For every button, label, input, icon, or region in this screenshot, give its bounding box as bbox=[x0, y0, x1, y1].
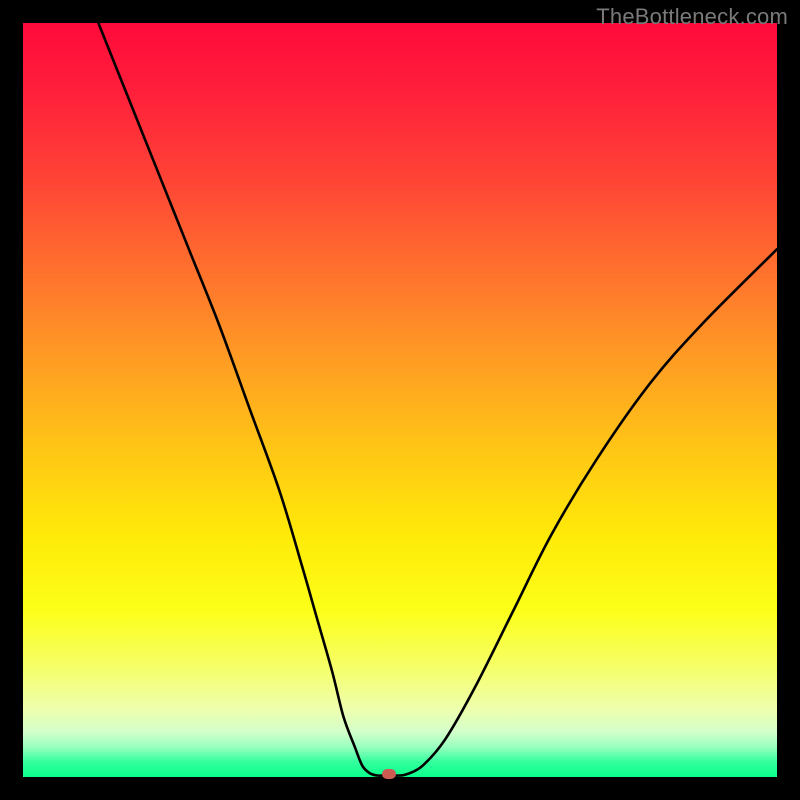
bottleneck-curve bbox=[23, 23, 777, 777]
plot-area bbox=[23, 23, 777, 777]
chart-frame: TheBottleneck.com bbox=[0, 0, 800, 800]
curve-path bbox=[98, 23, 777, 776]
watermark-text: TheBottleneck.com bbox=[596, 4, 788, 30]
optimum-marker bbox=[382, 769, 396, 779]
